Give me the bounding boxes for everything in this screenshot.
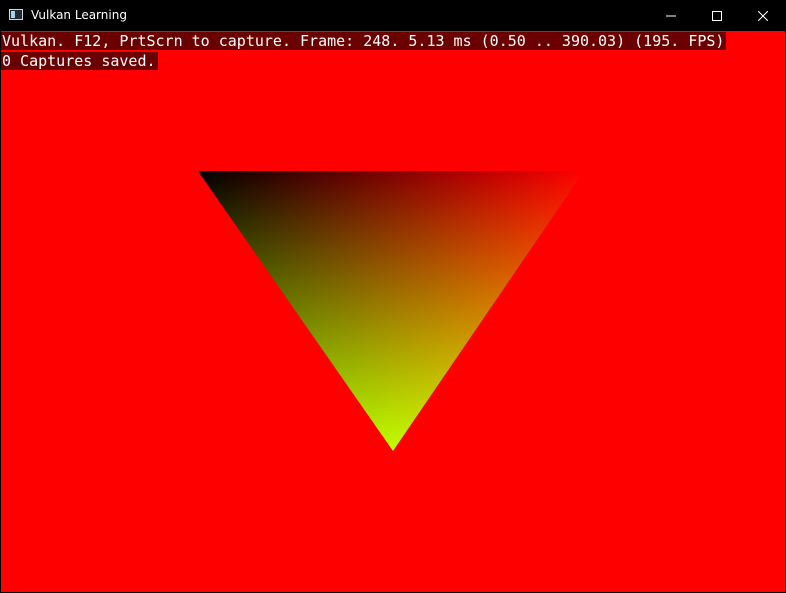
render-viewport[interactable]: Vulkan. F12, PrtScrn to capture. Frame: … xyxy=(1,31,785,592)
minimize-button[interactable] xyxy=(648,0,694,31)
maximize-button[interactable] xyxy=(694,0,740,31)
captures-count-text: 0 Captures saved. xyxy=(1,52,158,70)
minimize-icon xyxy=(666,15,676,16)
frame-stats-text: Vulkan. F12, PrtScrn to capture. Frame: … xyxy=(1,32,727,50)
application-window: Vulkan Learning Vulkan. F12, PrtScrn to … xyxy=(0,0,786,593)
window-app-icon[interactable] xyxy=(9,9,23,20)
rendered-scene xyxy=(198,171,584,451)
maximize-icon xyxy=(712,10,722,21)
triangle-green-blend xyxy=(198,171,584,451)
window-title: Vulkan Learning xyxy=(31,8,127,22)
close-icon xyxy=(758,10,768,21)
title-bar[interactable]: Vulkan Learning xyxy=(0,0,786,31)
close-button[interactable] xyxy=(740,0,786,31)
